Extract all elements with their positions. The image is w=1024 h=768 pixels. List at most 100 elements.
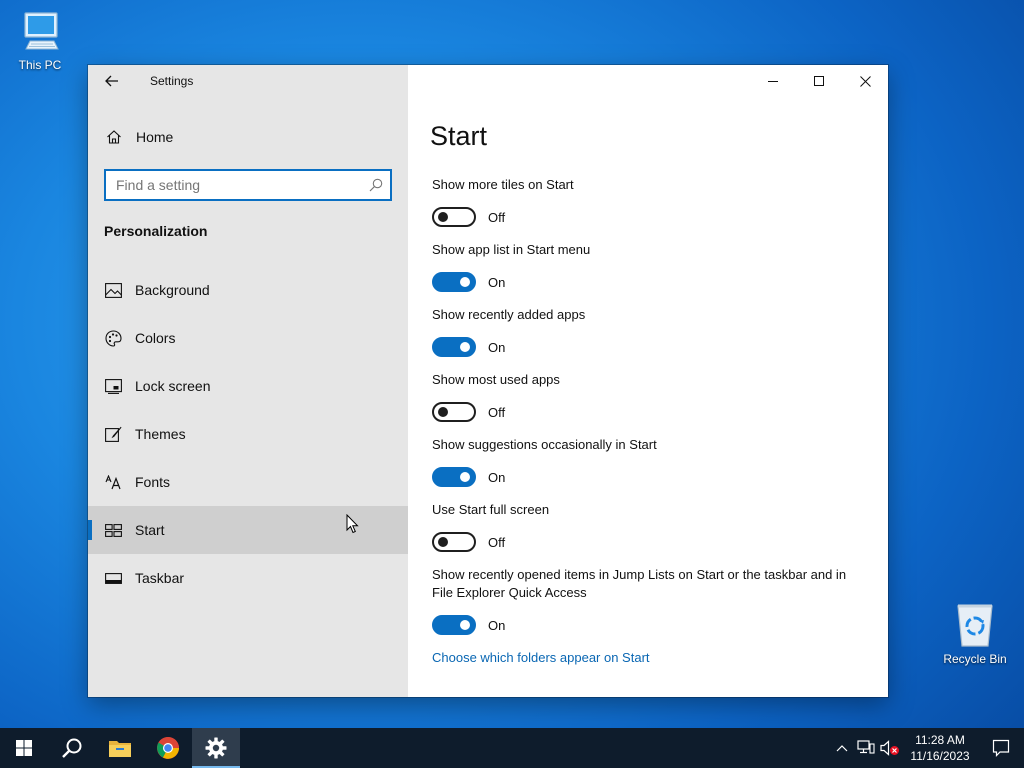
setting-label: Show suggestions occasionally in Start [432,437,657,452]
start-button[interactable] [0,728,48,768]
notification-icon [992,739,1010,757]
toggle-row: Off [432,402,505,422]
title-bar: Settings [88,65,408,97]
page-title: Start [430,121,488,151]
nav-pane: Settings Home Personalization [88,65,408,697]
close-icon [859,75,871,87]
setting-label: Show most used apps [432,372,560,387]
clock-date: 11/16/2023 [910,749,970,763]
setting-show-recently-added: Show recently added apps On [432,306,852,371]
nav-item-taskbar[interactable]: Taskbar [88,554,408,602]
search-icon[interactable] [362,178,390,192]
start-tiles-icon [104,521,122,539]
nav-item-label: Taskbar [135,570,185,586]
content-pane: Start Show more tiles on Start Off Show … [408,65,888,697]
show-hidden-icons-button[interactable] [830,728,854,768]
toggle-row: Off [432,207,505,227]
toggle-state-label: On [488,339,506,355]
desktop-icon-recycle-bin[interactable]: Recycle Bin [935,600,1015,666]
nav-item-themes[interactable]: Themes [88,410,408,458]
nav-home-label: Home [136,129,174,145]
home-icon [104,127,124,147]
nav-item-label: Background [135,282,210,298]
settings-list: Show more tiles on Start Off Show app li… [432,176,852,649]
settings-window: Settings Home Personalization [88,65,888,697]
toggle-knob [460,472,470,482]
nav-item-label: Colors [135,330,176,346]
toggle-state-label: On [488,274,506,290]
volume-button[interactable] [878,728,902,768]
desktop-icon-label: Recycle Bin [943,652,1007,666]
nav-item-background[interactable]: Background [88,266,408,314]
toggle-state-label: Off [488,404,506,420]
maximize-button[interactable] [796,65,842,97]
toggle-state-label: Off [488,534,506,550]
toggle-row: Off [432,532,505,552]
nav-list: Background Colors Lock screen Themes Fon… [88,266,408,602]
mouse-cursor-icon [346,514,359,534]
search-box [104,169,392,201]
back-button[interactable] [102,71,122,91]
fonts-icon [104,473,122,491]
nav-item-colors[interactable]: Colors [88,314,408,362]
gear-icon [205,737,227,759]
toggle-switch[interactable] [432,272,476,292]
close-button[interactable] [842,65,888,97]
search-input[interactable] [106,171,362,199]
setting-show-most-used: Show most used apps Off [432,371,852,436]
folder-icon [109,741,131,757]
desktop-icon-label: This PC [18,58,62,72]
nav-item-fonts[interactable]: Fonts [88,458,408,506]
toggle-switch[interactable] [432,467,476,487]
setting-show-more-tiles: Show more tiles on Start Off [432,176,852,241]
chrome-icon [157,737,179,759]
chrome-button[interactable] [144,728,192,768]
settings-taskbar-button[interactable] [192,728,240,768]
windows-logo-icon [16,740,32,756]
desktop-icon-this-pc[interactable]: This PC [0,8,80,72]
toggle-switch[interactable] [432,337,476,357]
toggle-knob [438,537,448,547]
toggle-state-label: On [488,617,506,633]
nav-item-lock-screen[interactable]: Lock screen [88,362,408,410]
search-icon [62,738,82,758]
setting-full-screen: Use Start full screen Off [432,501,852,566]
window-controls [750,65,888,97]
taskbar-icon [104,569,122,587]
palette-icon [104,329,122,347]
toggle-switch[interactable] [432,615,476,635]
action-center-button[interactable] [978,728,1024,768]
toggle-switch[interactable] [432,207,476,227]
minimize-icon [768,81,778,82]
chevron-up-icon [836,745,848,752]
image-icon [104,281,122,299]
toggle-switch[interactable] [432,402,476,422]
nav-item-start[interactable]: Start [88,506,408,554]
search-button[interactable] [48,728,96,768]
toggle-knob [460,620,470,630]
toggle-switch[interactable] [432,532,476,552]
choose-folders-link[interactable]: Choose which folders appear on Start [432,650,650,665]
minimize-button[interactable] [750,65,796,97]
toggle-row: On [432,615,505,635]
setting-label: Show more tiles on Start [432,177,574,192]
maximize-icon [814,76,824,86]
setting-label: Show app list in Start menu [432,242,591,257]
setting-show-app-list: Show app list in Start menu On [432,241,852,306]
network-button[interactable] [854,728,878,768]
nav-item-label: Lock screen [135,378,211,394]
lock-screen-icon [104,377,122,395]
network-icon [857,740,875,754]
clock-time: 11:28 AM [915,733,965,747]
toggle-state-label: Off [488,209,506,225]
nav-item-label: Themes [135,426,186,442]
setting-label: Show recently opened items in Jump Lists… [432,567,847,600]
nav-home[interactable]: Home [104,127,173,147]
file-explorer-button[interactable] [96,728,144,768]
back-arrow-icon [105,75,118,87]
nav-item-label: Start [135,522,165,538]
toggle-row: On [432,467,505,487]
nav-item-label: Fonts [135,474,171,490]
clock[interactable]: 11:28 AM 11/16/2023 [902,732,978,764]
toggle-row: On [432,272,505,292]
